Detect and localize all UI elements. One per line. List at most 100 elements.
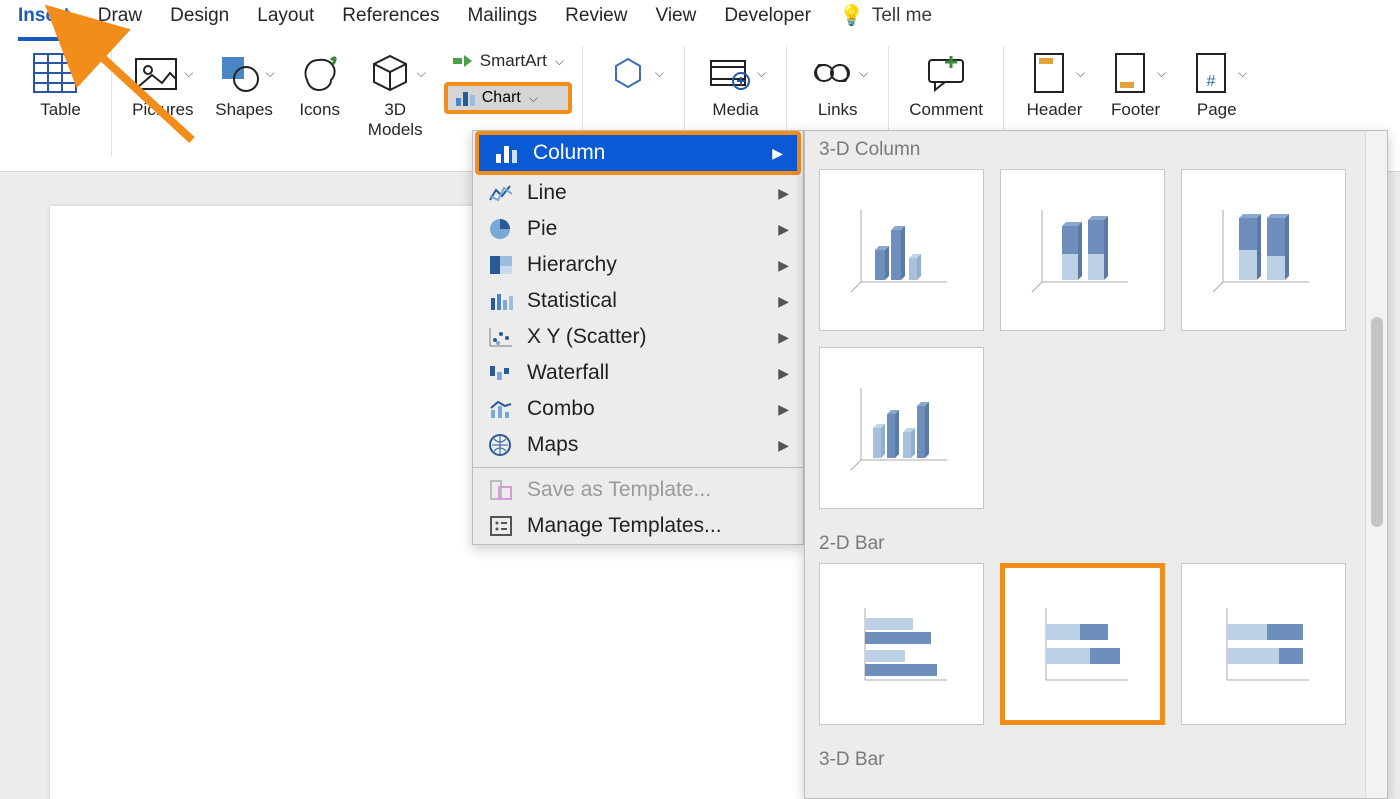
menu-item-label: Save as Template... [527,478,711,502]
chart-gallery: 3-D Column [804,130,1388,799]
tab-view[interactable]: View [655,0,696,41]
save-as-template: Save as Template... [473,472,803,508]
links-icon [807,50,857,96]
submenu-arrow-icon: ▶ [778,185,789,202]
manage-templates[interactable]: Manage Templates... [473,508,803,544]
caret-icon: ⌵ [82,66,91,81]
page-number-icon: # [1186,50,1236,96]
submenu-arrow-icon: ▶ [778,329,789,346]
comment-icon [921,50,971,96]
gallery-scrollbar[interactable] [1365,131,1387,798]
footer-icon [1105,50,1155,96]
menu-item-label: Manage Templates... [527,514,722,538]
stacked-bar-thumb[interactable] [1000,563,1165,725]
save-template-icon [487,478,515,502]
tab-developer[interactable]: Developer [724,0,811,41]
3d-models-button[interactable]: ⌵ 3D Models [355,46,436,144]
addins-button[interactable]: ⌵ Add-ins [593,46,674,124]
3d-stacked-column-thumb[interactable] [1000,169,1165,331]
100-stacked-bar-thumb[interactable] [1181,563,1346,725]
3d-clustered-column-thumb[interactable] [819,169,984,331]
footer-button[interactable]: ⌵ Footer [1095,46,1176,124]
gallery-section-3d-column: 3-D Column [805,131,1387,169]
menu-item-label: Hierarchy [527,253,617,277]
caret-icon: ⌵ [757,66,766,81]
chart-type-combo[interactable]: Combo ▶ [473,391,803,427]
cube-icon [365,50,415,96]
combo-chart-icon [487,397,515,421]
scrollbar-thumb[interactable] [1371,317,1383,527]
menu-divider [473,467,803,468]
header-button[interactable]: ⌵ Header [1014,46,1095,124]
header-label: Header [1027,100,1083,120]
shapes-label: Shapes [215,100,273,120]
page-number-button[interactable]: # ⌵ Page [1176,46,1257,124]
smartart-icon [452,50,474,72]
comment-label: Comment [909,100,983,120]
3d-100-stacked-column-thumb[interactable] [1181,169,1346,331]
menu-item-label: Combo [527,397,595,421]
chart-type-waterfall[interactable]: Waterfall ▶ [473,355,803,391]
chart-type-column[interactable]: Column ▶ [479,135,797,171]
links-button[interactable]: ⌵ Links [797,46,878,124]
caret-icon: ⌵ [417,66,426,81]
media-button[interactable]: ⌵ Media [695,46,776,124]
manage-templates-icon [487,514,515,538]
tab-review[interactable]: Review [565,0,627,41]
tab-draw[interactable]: Draw [98,0,142,41]
pictures-button[interactable]: ⌵ Pictures [122,46,203,124]
shapes-button[interactable]: ⌵ Shapes [204,46,285,124]
pie-chart-icon [487,217,515,241]
media-icon [705,50,755,96]
smartart-label: SmartArt [480,51,547,71]
header-icon [1024,50,1074,96]
tell-me[interactable]: 💡 Tell me [839,0,932,42]
media-label: Media [712,100,758,120]
waterfall-chart-icon [487,361,515,385]
chart-type-menu: Column ▶ Line ▶ Pie ▶ Hierarchy ▶ Statis… [472,130,804,545]
chart-type-line[interactable]: Line ▶ [473,175,803,211]
clustered-bar-thumb[interactable] [819,563,984,725]
column-chart-icon [493,141,521,165]
chart-label: Chart [482,89,521,107]
chart-type-scatter[interactable]: X Y (Scatter) ▶ [473,319,803,355]
icons-label: Icons [299,100,340,120]
table-icon [30,50,80,96]
hierarchy-chart-icon [487,253,515,277]
submenu-arrow-icon: ▶ [778,293,789,310]
caret-icon: ⌵ [1238,66,1247,81]
submenu-arrow-icon: ▶ [778,401,789,418]
caret-icon: ⌵ [184,66,193,81]
chart-type-hierarchy[interactable]: Hierarchy ▶ [473,247,803,283]
tab-insert[interactable]: Insert [18,0,70,41]
menu-item-label: Pie [527,217,557,241]
tab-mailings[interactable]: Mailings [467,0,537,41]
menu-item-label: Line [527,181,567,205]
table-button[interactable]: ⌵ Table [20,46,101,124]
caret-icon: ⌵ [529,91,538,106]
icons-button[interactable]: Icons [285,46,355,124]
footer-label: Footer [1111,100,1160,120]
3d-column-thumb[interactable] [819,347,984,509]
smartart-button[interactable]: SmartArt ⌵ [444,46,572,76]
submenu-arrow-icon: ▶ [778,257,789,274]
chart-button[interactable]: Chart ⌵ [444,82,572,114]
chart-type-maps[interactable]: Maps ▶ [473,427,803,463]
lightbulb-icon: 💡 [839,3,864,28]
tab-layout[interactable]: Layout [257,0,314,41]
caret-icon: ⌵ [655,66,664,81]
maps-chart-icon [487,433,515,457]
chart-type-pie[interactable]: Pie ▶ [473,211,803,247]
line-chart-icon [487,181,515,205]
menu-item-label: Waterfall [527,361,609,385]
svg-text:#: # [1207,73,1216,90]
caret-icon: ⌵ [859,66,868,81]
chart-icon [454,88,476,108]
tab-design[interactable]: Design [170,0,229,41]
menu-item-label: Maps [527,433,578,457]
submenu-arrow-icon: ▶ [778,221,789,238]
shapes-icon [214,50,264,96]
comment-button[interactable]: Comment [899,46,993,124]
chart-type-statistical[interactable]: Statistical ▶ [473,283,803,319]
tab-references[interactable]: References [342,0,439,41]
